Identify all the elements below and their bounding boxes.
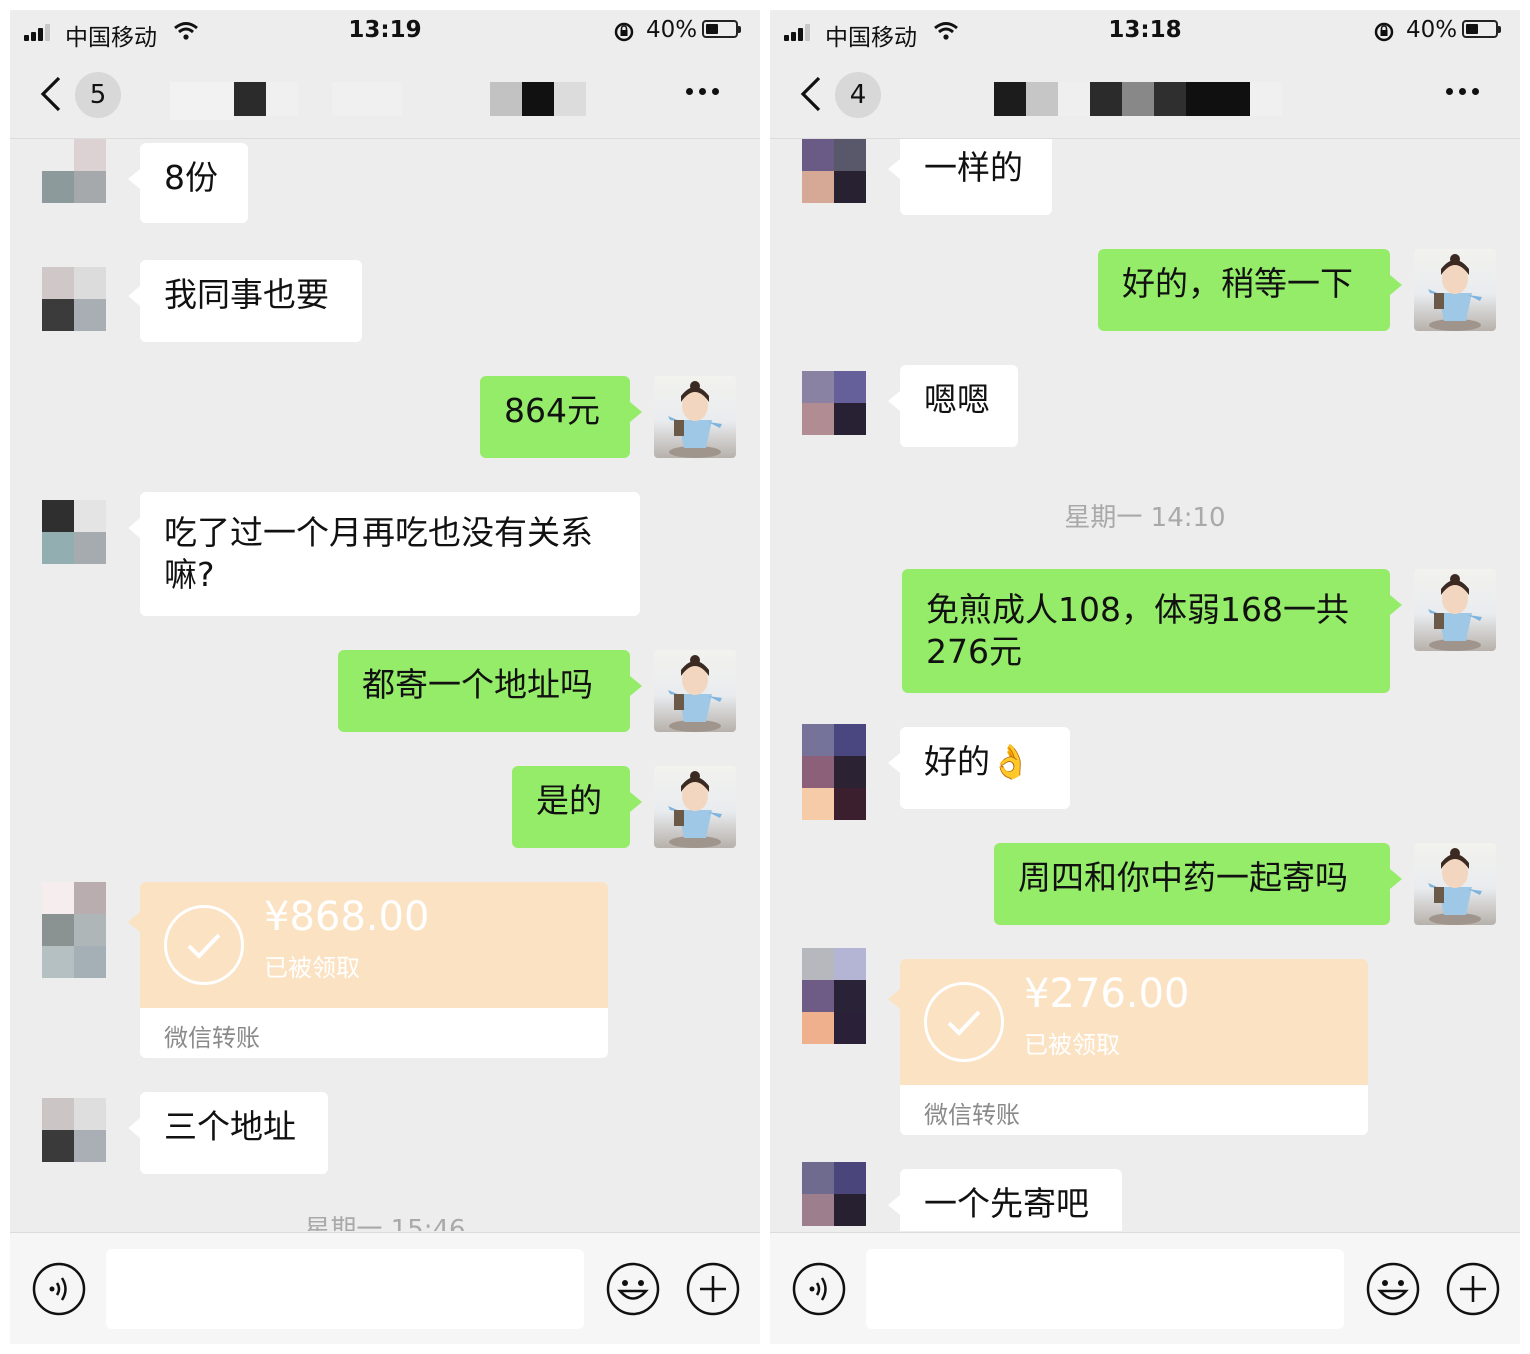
contact-avatar[interactable] xyxy=(42,1098,106,1162)
transfer-amount: ¥868.00 xyxy=(264,894,430,940)
transfer-status: 已被领取 xyxy=(1024,1031,1120,1059)
nav-bar: 5 xyxy=(10,54,760,139)
outgoing-message[interactable]: 都寄一个地址吗 xyxy=(338,650,642,732)
more-icon[interactable] xyxy=(686,88,725,95)
avatar-character-icon xyxy=(668,381,722,458)
check-icon xyxy=(164,905,244,985)
battery-percent: 40% xyxy=(1406,17,1458,43)
message-line: 276元 xyxy=(926,632,1022,671)
timestamp: 星期一 14:10 xyxy=(1064,503,1226,533)
outgoing-message[interactable]: 免煎成人108，体弱168一共 276元 xyxy=(902,569,1402,693)
input-bar xyxy=(770,1232,1520,1344)
my-avatar[interactable] xyxy=(1414,569,1496,651)
battery-percent: 40% xyxy=(646,17,698,43)
message-input[interactable] xyxy=(866,1249,1344,1329)
transfer-amount: ¥276.00 xyxy=(1024,971,1190,1017)
outgoing-message[interactable]: 是的 xyxy=(512,766,642,848)
contact-avatar[interactable] xyxy=(42,139,106,203)
contact-avatar[interactable] xyxy=(42,882,106,978)
more-icon[interactable] xyxy=(1446,88,1485,95)
message-list: 一样的 好的，稍等一下 嗯嗯 星期一 14:10 免煎成人108，体弱168一共… xyxy=(770,139,1520,1231)
outgoing-message[interactable]: 好的，稍等一下 xyxy=(1098,249,1402,331)
plus-icon[interactable] xyxy=(1446,1262,1500,1320)
voice-icon[interactable] xyxy=(32,1262,86,1320)
timestamp: 星期一 15:46 xyxy=(304,1215,466,1231)
my-avatar[interactable] xyxy=(654,376,736,458)
incoming-message[interactable]: 8份 xyxy=(128,143,248,223)
transfer-tail xyxy=(888,989,900,1009)
contact-avatar[interactable] xyxy=(42,500,106,564)
emoji-icon[interactable] xyxy=(1366,1262,1420,1320)
my-avatar[interactable] xyxy=(1414,843,1496,925)
contact-avatar[interactable] xyxy=(802,724,866,820)
message-list: 8份 我同事也要 864元 吃了过一个月再吃也没有关系 嘛? 都寄一个地址吗 是… xyxy=(10,139,760,1231)
outgoing-message[interactable]: 864元 xyxy=(480,376,642,458)
avatar-character-icon xyxy=(1428,254,1482,331)
incoming-message[interactable]: 吃了过一个月再吃也没有关系 嘛? xyxy=(128,492,640,616)
voice-icon[interactable] xyxy=(792,1262,846,1320)
battery-icon xyxy=(1462,20,1501,38)
message-input[interactable] xyxy=(106,1249,584,1329)
avatar-character-icon xyxy=(668,655,722,732)
rotation-lock-icon xyxy=(613,21,635,49)
avatar-character-icon xyxy=(668,771,722,848)
wechat-transfer-card[interactable]: ¥868.00 已被领取 微信转账 xyxy=(140,882,608,1058)
outgoing-message[interactable]: 周四和你中药一起寄吗 xyxy=(994,843,1402,925)
unread-count-badge[interactable]: 5 xyxy=(75,72,121,118)
transfer-status: 已被领取 xyxy=(264,954,360,982)
chat-screen-right: 中国移动 13:18 40% 4 一样的 好的，稍等一下 嗯嗯 星期一 14:1… xyxy=(770,10,1520,1344)
incoming-message[interactable]: 嗯嗯 xyxy=(888,365,1018,447)
incoming-message[interactable]: 好的👌 xyxy=(888,727,1070,809)
back-icon[interactable] xyxy=(38,74,64,118)
incoming-message[interactable]: 我同事也要 xyxy=(128,260,362,342)
contact-avatar[interactable] xyxy=(42,267,106,331)
check-icon xyxy=(924,982,1004,1062)
incoming-message[interactable]: 三个地址 xyxy=(128,1092,328,1174)
incoming-message[interactable]: 一个先寄吧 xyxy=(888,1169,1122,1231)
plus-icon[interactable] xyxy=(686,1262,740,1320)
contact-avatar[interactable] xyxy=(802,948,866,1044)
transfer-label: 微信转账 xyxy=(164,1024,260,1052)
my-avatar[interactable] xyxy=(654,766,736,848)
message-line: 吃了过一个月再吃也没有关系 xyxy=(164,513,593,552)
my-avatar[interactable] xyxy=(654,650,736,732)
message-line: 免煎成人108，体弱168一共 xyxy=(926,590,1349,629)
incoming-message[interactable]: 一样的 xyxy=(888,139,1052,215)
transfer-tail xyxy=(128,912,140,932)
contact-avatar[interactable] xyxy=(802,139,866,203)
input-bar xyxy=(10,1232,760,1344)
transfer-label: 微信转账 xyxy=(924,1101,1020,1129)
contact-avatar[interactable] xyxy=(802,371,866,435)
unread-count-badge[interactable]: 4 xyxy=(835,72,881,118)
battery-icon xyxy=(702,20,741,38)
status-bar: 中国移动 13:19 40% xyxy=(10,10,760,54)
status-bar: 中国移动 13:18 40% xyxy=(770,10,1520,54)
emoji-icon[interactable] xyxy=(606,1262,660,1320)
contact-avatar[interactable] xyxy=(802,1162,866,1226)
back-icon[interactable] xyxy=(798,74,824,118)
avatar-character-icon xyxy=(1428,848,1482,925)
nav-bar: 4 xyxy=(770,54,1520,139)
message-line: 嘛? xyxy=(164,555,215,594)
my-avatar[interactable] xyxy=(1414,249,1496,331)
wechat-transfer-card[interactable]: ¥276.00 已被领取 微信转账 xyxy=(900,959,1368,1135)
chat-screen-left: 中国移动 13:19 40% 5 8份 我同事也要 864元 吃了过一个月再吃也… xyxy=(10,10,760,1344)
avatar-character-icon xyxy=(1428,574,1482,651)
rotation-lock-icon xyxy=(1373,21,1395,49)
